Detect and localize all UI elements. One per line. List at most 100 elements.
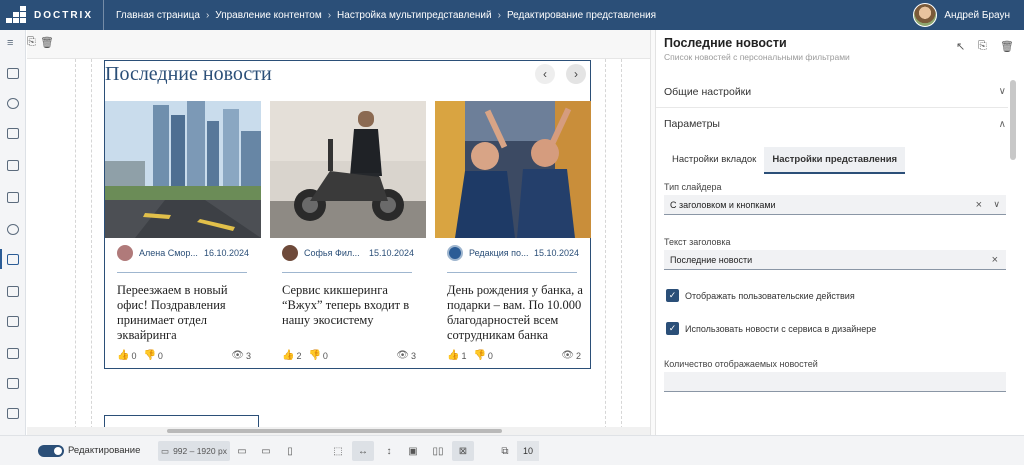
thumb-down-icon: 👎 (143, 350, 156, 361)
news-image (270, 101, 426, 238)
author-name[interactable]: Софья Фил... (304, 248, 364, 258)
section-general[interactable]: Общие настройки ∨ (656, 76, 1008, 108)
news-stats: 👍 2 👎 0 👁 3 (282, 350, 416, 361)
sidebar-item-media[interactable] (7, 160, 19, 171)
fit-height-button[interactable]: ↕ (379, 441, 399, 461)
thumb-up-icon: 👍 (447, 350, 460, 361)
news-title[interactable]: День рождения у банка, а подарки – вам. … (447, 283, 585, 343)
tab-view-settings[interactable]: Настройки представления (764, 147, 906, 174)
author-name[interactable]: Алена Смор... (139, 248, 199, 258)
tab-tabs-settings[interactable]: Настройки вкладок (664, 147, 764, 174)
grid-guide (605, 59, 606, 429)
dislike-button[interactable]: 👎 0 (473, 350, 492, 361)
slider-type-label: Тип слайдера (664, 182, 722, 192)
fit-width-button[interactable]: ↔ (352, 441, 374, 461)
chevron-right-icon: › (497, 9, 501, 21)
sidebar-item-pages[interactable] (7, 316, 19, 327)
desktop-resolution-button[interactable]: ▭ 992 – 1920 px (158, 441, 230, 461)
edit-mode-label: Редактирование (68, 445, 141, 456)
clear-icon[interactable]: × (976, 199, 982, 211)
sidebar-item-dashboard[interactable] (7, 68, 19, 79)
breadcrumb-item[interactable]: Управление контентом (215, 10, 321, 21)
columns-button[interactable]: ▯▯ (428, 441, 448, 461)
frame-button[interactable]: ▣ (403, 441, 423, 461)
user-menu[interactable]: Андрей Браун (913, 3, 1010, 27)
news-count-input[interactable] (664, 372, 1006, 392)
monitor-icon: ▭ (161, 445, 170, 456)
sidebar-item-tasks[interactable] (7, 192, 19, 203)
thumb-up-icon: 👍 (282, 350, 295, 361)
vertical-scrollbar[interactable] (1010, 80, 1016, 160)
zoom-icon[interactable]: ⧉ (495, 441, 515, 461)
clear-icon[interactable]: × (992, 254, 998, 266)
horizontal-scrollbar[interactable] (27, 427, 650, 435)
select-tool-button[interactable]: ⬚ (328, 441, 348, 461)
news-date: 15.10.2024 (533, 248, 579, 258)
like-button[interactable]: 👍 0 (117, 350, 136, 361)
grid-guide (621, 59, 622, 429)
copy-icon[interactable]: ⎘ (27, 36, 36, 49)
chevron-down-icon[interactable]: ∨ (993, 199, 1000, 210)
news-card[interactable]: Алена Смор... 16.10.2024 Переезжаем в но… (105, 101, 261, 366)
zoom-value[interactable]: 10 (517, 441, 539, 461)
news-widget[interactable]: Последние новости ‹ › Алена Смор... 16.1… (104, 60, 591, 369)
prev-button[interactable]: ‹ (535, 64, 555, 84)
view-count: 3 (410, 350, 416, 361)
dislike-count: 0 (322, 350, 328, 361)
views: 👁 3 (396, 350, 416, 361)
slider-type-select[interactable]: С заголовком и кнопками × ∨ (664, 195, 1006, 215)
sidebar-item-views[interactable] (7, 254, 19, 265)
checkbox-checked-icon: ✓ (666, 322, 679, 335)
next-button[interactable]: › (566, 64, 586, 84)
arrow-up-left-icon[interactable]: ↖ (956, 40, 965, 53)
grid-guide (75, 59, 76, 429)
breadcrumb-item[interactable]: Настройка мультипредставлений (337, 10, 492, 21)
settings-tabs: Настройки вкладок Настройки представлени… (664, 147, 906, 174)
panel-title: Последние новости (664, 36, 787, 50)
news-date: 16.10.2024 (203, 248, 249, 258)
news-stats: 👍 0 👎 0 👁 3 (117, 350, 251, 361)
news-count-label: Количество отображаемых новостей (664, 359, 818, 369)
tablet-button[interactable]: ▭ (259, 441, 273, 461)
section-params[interactable]: Параметры ∧ (656, 108, 1008, 140)
news-title[interactable]: Переезжаем в новый офис! Поздравления пр… (117, 283, 255, 343)
mobile-button[interactable]: ▯ (283, 441, 297, 461)
view-count: 2 (575, 350, 581, 361)
dislike-button[interactable]: 👎 0 (143, 350, 162, 361)
header-text-label: Текст заголовка (664, 237, 731, 247)
sidebar-item-settings[interactable] (7, 98, 19, 109)
menu-icon[interactable]: ≡ (7, 38, 19, 49)
show-user-actions-checkbox[interactable]: ✓ Отображать пользовательские действия (666, 289, 855, 302)
news-card[interactable]: Редакция по... 15.10.2024 День рождения … (435, 101, 591, 366)
sidebar-item-users[interactable] (7, 224, 19, 235)
edit-mode-toggle[interactable] (38, 445, 64, 457)
like-count: 1 (461, 350, 467, 361)
news-title[interactable]: Сервис кикшеринга “Вжух” теперь входит в… (282, 283, 420, 328)
sidebar-item-edit[interactable] (7, 128, 19, 139)
copy-icon[interactable]: ⎘ (978, 40, 987, 53)
like-button[interactable]: 👍 2 (282, 350, 301, 361)
scrollbar-thumb[interactable] (167, 429, 502, 433)
sidebar-item-widgets[interactable] (7, 286, 19, 297)
dislike-count: 0 (157, 350, 163, 361)
sidebar-item-documents[interactable] (7, 378, 19, 389)
chevron-right-icon: › (327, 9, 332, 21)
author-name[interactable]: Редакция по... (469, 248, 529, 258)
header-text-input[interactable]: Последние новости × (664, 250, 1006, 270)
dislike-button[interactable]: 👎 0 (308, 350, 327, 361)
trash-icon[interactable]: 🗑 (40, 36, 54, 49)
breadcrumb-item[interactable]: Главная страница (116, 10, 200, 21)
checkbox-checked-icon: ✓ (666, 289, 679, 302)
tablet-landscape-button[interactable]: ▭ (235, 441, 249, 461)
like-button[interactable]: 👍 1 (447, 350, 466, 361)
thumb-up-icon: 👍 (117, 350, 130, 361)
news-card[interactable]: Софья Фил... 15.10.2024 Сервис кикшеринг… (270, 101, 426, 366)
app-logo[interactable]: DOCTRIX (0, 0, 104, 30)
grid-toggle-button[interactable]: ⊠ (452, 441, 474, 461)
divider (447, 272, 577, 273)
divider (282, 272, 412, 273)
use-service-news-checkbox[interactable]: ✓ Использовать новости с сервиса в дизай… (666, 322, 876, 335)
trash-icon[interactable]: 🗑 (1000, 40, 1014, 53)
sidebar-item-messages[interactable] (7, 348, 19, 359)
sidebar-item-reports[interactable] (7, 408, 19, 419)
